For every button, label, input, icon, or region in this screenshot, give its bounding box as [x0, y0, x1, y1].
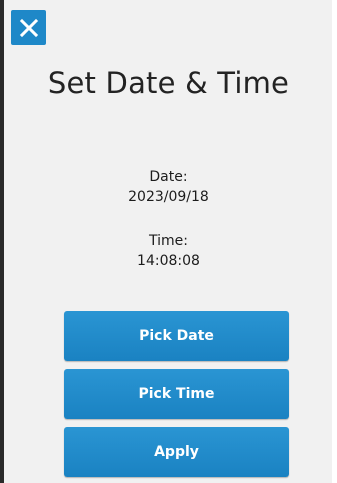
- time-value: 14:08:08: [137, 253, 200, 269]
- date-label: Date:: [149, 169, 188, 185]
- pick-time-button[interactable]: Pick Time: [64, 369, 289, 419]
- close-icon: [19, 18, 39, 38]
- pick-date-button[interactable]: Pick Date: [64, 311, 289, 361]
- page-title: Set Date & Time: [47, 66, 290, 100]
- time-info: Time: 14:08:08: [0, 231, 337, 271]
- apply-button[interactable]: Apply: [64, 427, 289, 477]
- time-label: Time:: [149, 233, 188, 249]
- close-button[interactable]: [11, 10, 46, 45]
- date-info: Date: 2023/09/18: [0, 167, 337, 207]
- date-value: 2023/09/18: [128, 189, 209, 205]
